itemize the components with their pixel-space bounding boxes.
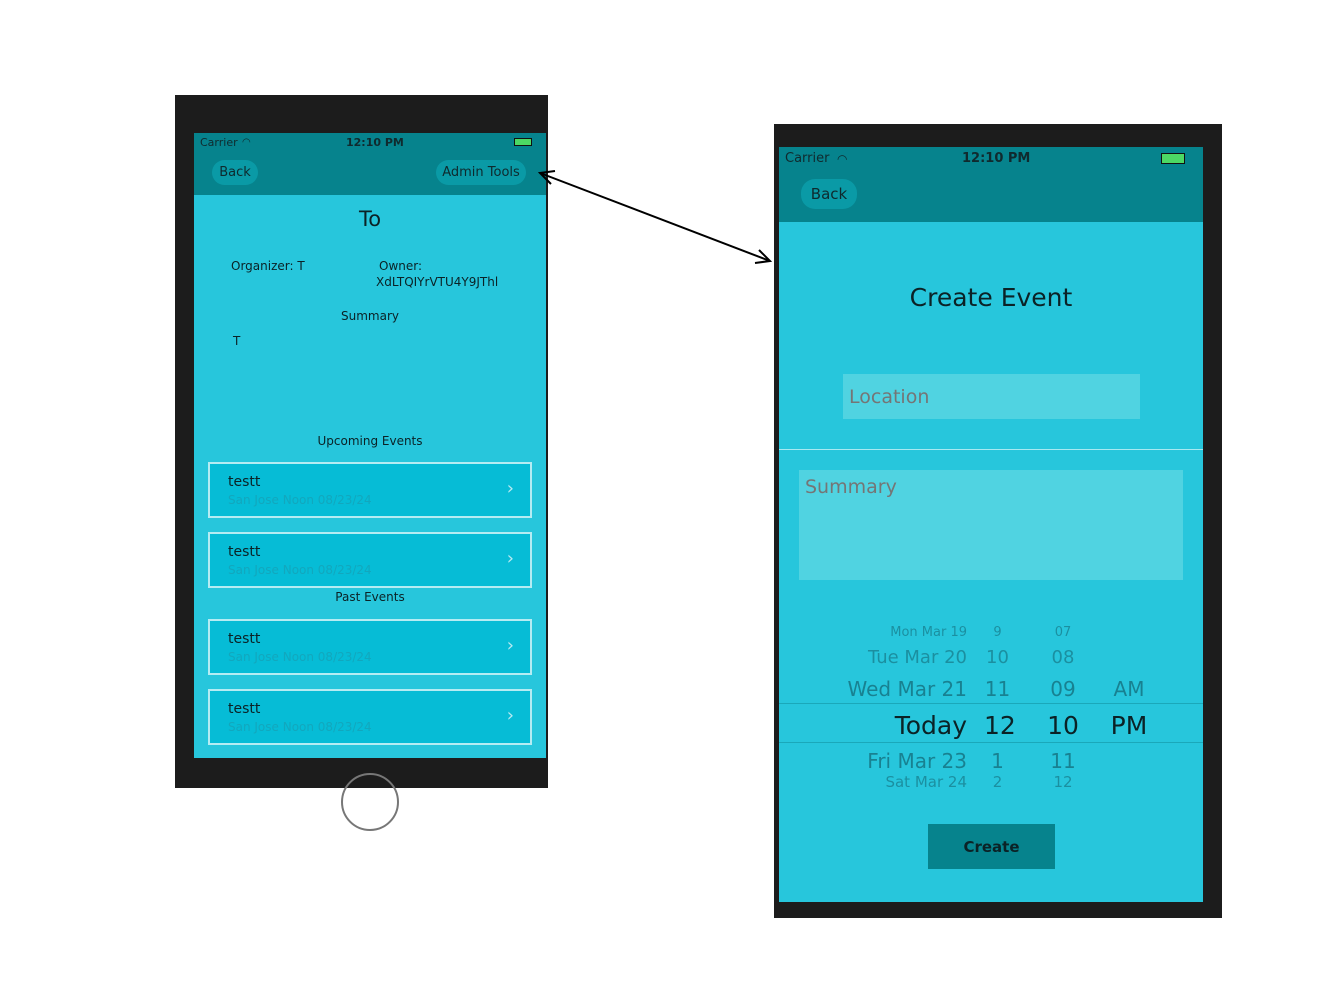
battery-icon: [1161, 153, 1185, 164]
picker-minute: 07: [1054, 625, 1072, 640]
picker-minute: 12: [1053, 773, 1073, 789]
time-label: 12:10 PM: [962, 151, 1031, 166]
divider: [779, 449, 1203, 450]
picker-minute: 10: [1047, 711, 1079, 740]
carrier-label: Carrier: [785, 151, 830, 166]
picker-day: Today: [894, 711, 967, 740]
picker-hour: 1: [991, 749, 1004, 773]
picker-selection-top-line: [779, 703, 1203, 704]
picker-minute: 11: [1050, 749, 1076, 773]
picker-day: Fri Mar 23: [867, 749, 967, 773]
picker-day: Mon Mar 19: [890, 625, 967, 640]
wifi-icon: ◠: [837, 151, 848, 166]
picker-hour: 9: [993, 625, 1002, 640]
picker-ampm: PM: [1110, 711, 1148, 740]
picker-minute: 09: [1050, 677, 1076, 701]
picker-hour: 10: [986, 647, 1009, 668]
picker-hour: 11: [984, 677, 1011, 701]
date-time-picker[interactable]: Sun Mar 18806Mon Mar 19907Tue Mar 201008…: [779, 621, 1203, 789]
create-button[interactable]: Create: [928, 824, 1055, 869]
picker-day: Tue Mar 20: [867, 647, 967, 668]
back-button[interactable]: Back: [801, 179, 857, 209]
right-phone-frame: Carrier ◠ 12:10 PM Back Create Event Sun…: [774, 124, 1222, 918]
location-input[interactable]: [843, 374, 1140, 419]
nav-bar: Back: [779, 170, 1203, 222]
page-title: Create Event: [909, 283, 1073, 312]
picker-minute: 08: [1051, 647, 1075, 668]
picker-hour: 12: [984, 711, 1016, 740]
picker-day: Wed Mar 21: [847, 677, 967, 701]
picker-hour: 2: [992, 773, 1003, 789]
picker-day: Sat Mar 24: [885, 773, 967, 789]
picker-selection-bottom-line: [779, 742, 1203, 743]
summary-input[interactable]: [799, 470, 1183, 580]
picker-ampm: AM: [1113, 677, 1145, 701]
status-bar: Carrier ◠ 12:10 PM: [779, 147, 1203, 170]
create-event-screen: Carrier ◠ 12:10 PM Back Create Event Sun…: [779, 147, 1203, 902]
